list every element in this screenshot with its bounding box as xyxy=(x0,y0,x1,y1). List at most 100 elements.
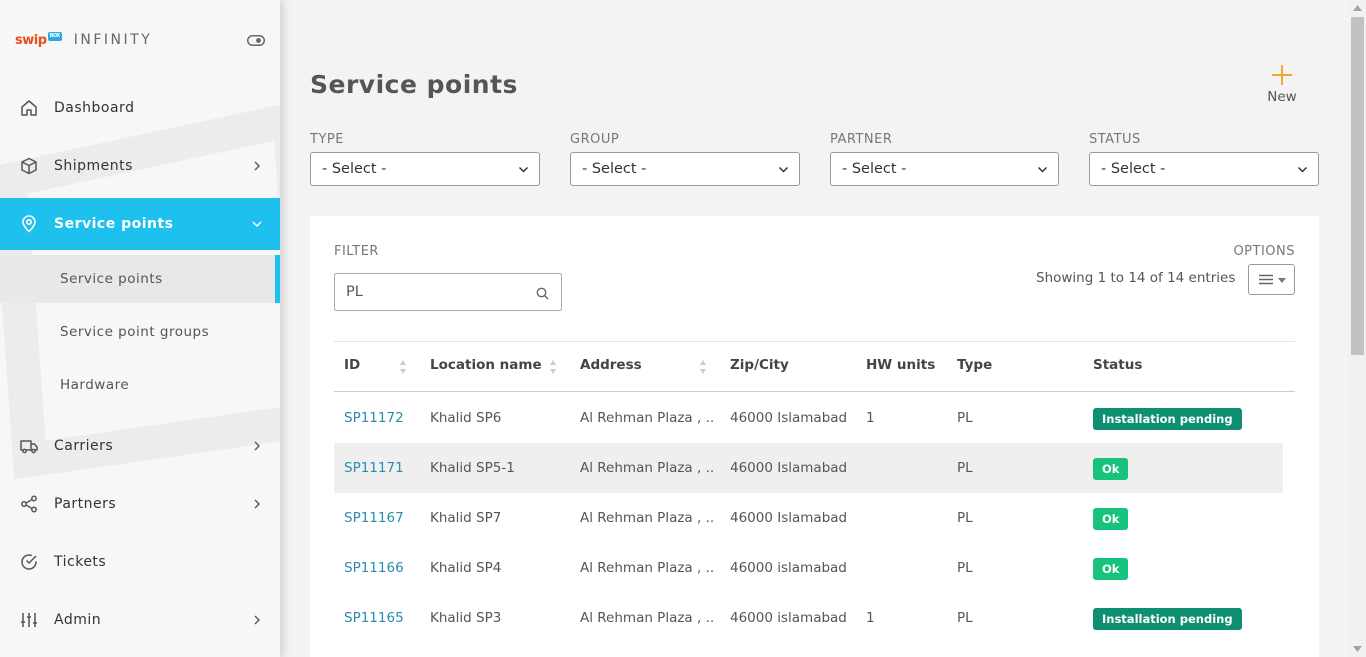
zip-city-cell: 46000 Islamabad xyxy=(730,410,848,426)
scrollbar-thumb[interactable] xyxy=(1351,17,1364,355)
sidebar-item-service-points[interactable]: Service points xyxy=(0,198,280,250)
column-header-location-name[interactable]: Location name xyxy=(430,342,542,392)
column-header-hw-units[interactable]: HW units xyxy=(866,342,935,392)
service-point-id-link[interactable]: SP11166 xyxy=(344,543,404,593)
column-header-id[interactable]: ID xyxy=(344,342,360,392)
filter-partner: PARTNER - Select - xyxy=(830,132,1059,186)
sidebar-item-shipments[interactable]: Shipments xyxy=(0,140,280,192)
sidebar: swip BOX INFINITY Dashboard Shipments Ser… xyxy=(0,0,280,657)
chevron-right-icon xyxy=(254,499,260,509)
sidebar-subitem-hardware[interactable]: Hardware xyxy=(0,361,280,409)
zip-city-cell: 46000 islamabad xyxy=(730,560,847,576)
search-icon[interactable] xyxy=(536,287,549,300)
sort-icon[interactable] xyxy=(549,359,557,375)
sidebar-item-partners[interactable]: Partners xyxy=(0,478,280,530)
status-select-value: - Select - xyxy=(1101,161,1166,177)
product-name: INFINITY xyxy=(73,32,153,48)
chevron-down-icon xyxy=(1297,166,1308,173)
hw-units-cell: 1 xyxy=(866,410,875,426)
sidebar-item-carriers[interactable]: Carriers xyxy=(0,420,280,472)
service-point-id-link[interactable]: SP11172 xyxy=(344,393,404,443)
entries-info: Showing 1 to 14 of 14 entries xyxy=(1036,270,1236,286)
column-header-zip-city[interactable]: Zip/City xyxy=(730,342,789,392)
chevron-down-icon xyxy=(518,166,529,173)
brand-logo[interactable]: swip BOX INFINITY xyxy=(15,30,152,50)
status-badge: Ok xyxy=(1093,558,1129,580)
swipbox-logo: swip BOX xyxy=(15,31,62,48)
page-scrollbar[interactable] xyxy=(1349,0,1366,657)
table-row[interactable]: SP11167 Khalid SP7 Al Rehman Plaza , ...… xyxy=(334,493,1283,543)
options-label: OPTIONS xyxy=(1233,244,1295,259)
address-cell: Al Rehman Plaza , ... xyxy=(580,410,715,426)
sidebar-item-label: Tickets xyxy=(54,554,107,570)
location-name-cell: Khalid SP3 xyxy=(430,610,502,626)
zip-city-cell: 46000 Islamabad xyxy=(730,460,848,476)
table-row[interactable]: SP11166 Khalid SP4 Al Rehman Plaza , ...… xyxy=(334,543,1283,593)
filter-label: FILTER xyxy=(334,244,379,259)
address-cell: Al Rehman Plaza , ... xyxy=(580,560,715,576)
filter-type: TYPE - Select - xyxy=(310,132,540,186)
truck-icon xyxy=(20,440,38,454)
plus-icon xyxy=(1272,65,1292,85)
sidebar-subitem-label: Service points xyxy=(60,271,163,287)
column-header-status[interactable]: Status xyxy=(1093,342,1142,392)
address-cell: Al Rehman Plaza , ... xyxy=(580,610,715,626)
filter-status-label: STATUS xyxy=(1089,132,1141,147)
sidebar-item-label: Service points xyxy=(54,216,174,232)
column-header-type[interactable]: Type xyxy=(957,342,992,392)
chevron-right-icon xyxy=(254,161,260,171)
filter-search-input[interactable] xyxy=(335,274,515,310)
location-name-cell: Khalid SP7 xyxy=(430,510,502,526)
type-cell: PL xyxy=(957,460,973,476)
chevron-right-icon xyxy=(254,441,260,451)
type-cell: PL xyxy=(957,410,973,426)
service-point-id-link[interactable]: SP11171 xyxy=(344,443,404,493)
sidebar-item-label: Dashboard xyxy=(54,100,135,116)
sliders-icon xyxy=(21,613,37,627)
sidebar-item-tickets[interactable]: Tickets xyxy=(0,536,280,588)
sort-icon[interactable] xyxy=(699,359,707,375)
sidebar-item-label: Shipments xyxy=(54,158,133,174)
service-points-table-card: FILTER OPTIONS Showing 1 to 14 of 14 ent… xyxy=(310,216,1319,657)
chevron-down-icon xyxy=(252,221,262,228)
location-name-cell: Khalid SP4 xyxy=(430,560,502,576)
service-point-id-link[interactable]: SP11165 xyxy=(344,593,404,643)
scroll-down-arrow-icon[interactable] xyxy=(1353,646,1362,652)
sidebar-toggle-icon[interactable] xyxy=(247,35,265,46)
table-row[interactable]: SP11172 Khalid SP6 Al Rehman Plaza , ...… xyxy=(334,393,1283,443)
home-icon xyxy=(21,100,37,116)
options-dropdown-button[interactable] xyxy=(1248,264,1295,295)
sidebar-item-label: Admin xyxy=(54,612,102,628)
sidebar-subitem-service-points[interactable]: Service points xyxy=(0,255,280,303)
column-header-address[interactable]: Address xyxy=(580,342,642,392)
filter-type-label: TYPE xyxy=(310,132,344,147)
group-select[interactable]: - Select - xyxy=(570,152,800,186)
new-service-point-button[interactable]: New xyxy=(1262,64,1302,105)
chevron-right-icon xyxy=(254,615,260,625)
filter-search-box[interactable] xyxy=(334,273,562,311)
cube-icon xyxy=(21,157,37,175)
type-cell: PL xyxy=(957,560,973,576)
caret-down-icon xyxy=(1278,278,1286,283)
filter-status: STATUS - Select - xyxy=(1089,132,1319,186)
sidebar-item-label: Partners xyxy=(54,496,117,512)
scroll-up-arrow-icon[interactable] xyxy=(1353,5,1362,11)
sort-icon[interactable] xyxy=(399,359,407,375)
sidebar-item-dashboard[interactable]: Dashboard xyxy=(0,82,280,134)
new-button-label: New xyxy=(1267,89,1297,105)
table-header: ID Location name Address Zip/City HW uni… xyxy=(334,341,1295,392)
status-badge: Installation pending xyxy=(1093,608,1242,630)
sidebar-subitem-service-point-groups[interactable]: Service point groups xyxy=(0,308,280,356)
service-point-id-link[interactable]: SP11167 xyxy=(344,493,404,543)
partner-select[interactable]: - Select - xyxy=(830,152,1059,186)
table-row[interactable]: SP11171 Khalid SP5-1 Al Rehman Plaza , .… xyxy=(334,443,1283,493)
status-badge: Ok xyxy=(1093,508,1129,530)
status-badge: Ok xyxy=(1093,458,1129,480)
zip-city-cell: 46000 Islamabad xyxy=(730,510,848,526)
sidebar-item-admin[interactable]: Admin xyxy=(0,594,280,646)
type-select[interactable]: - Select - xyxy=(310,152,540,186)
type-cell: PL xyxy=(957,510,973,526)
chevron-down-icon xyxy=(778,166,789,173)
status-select[interactable]: - Select - xyxy=(1089,152,1319,186)
table-row[interactable]: SP11165 Khalid SP3 Al Rehman Plaza , ...… xyxy=(334,593,1283,643)
